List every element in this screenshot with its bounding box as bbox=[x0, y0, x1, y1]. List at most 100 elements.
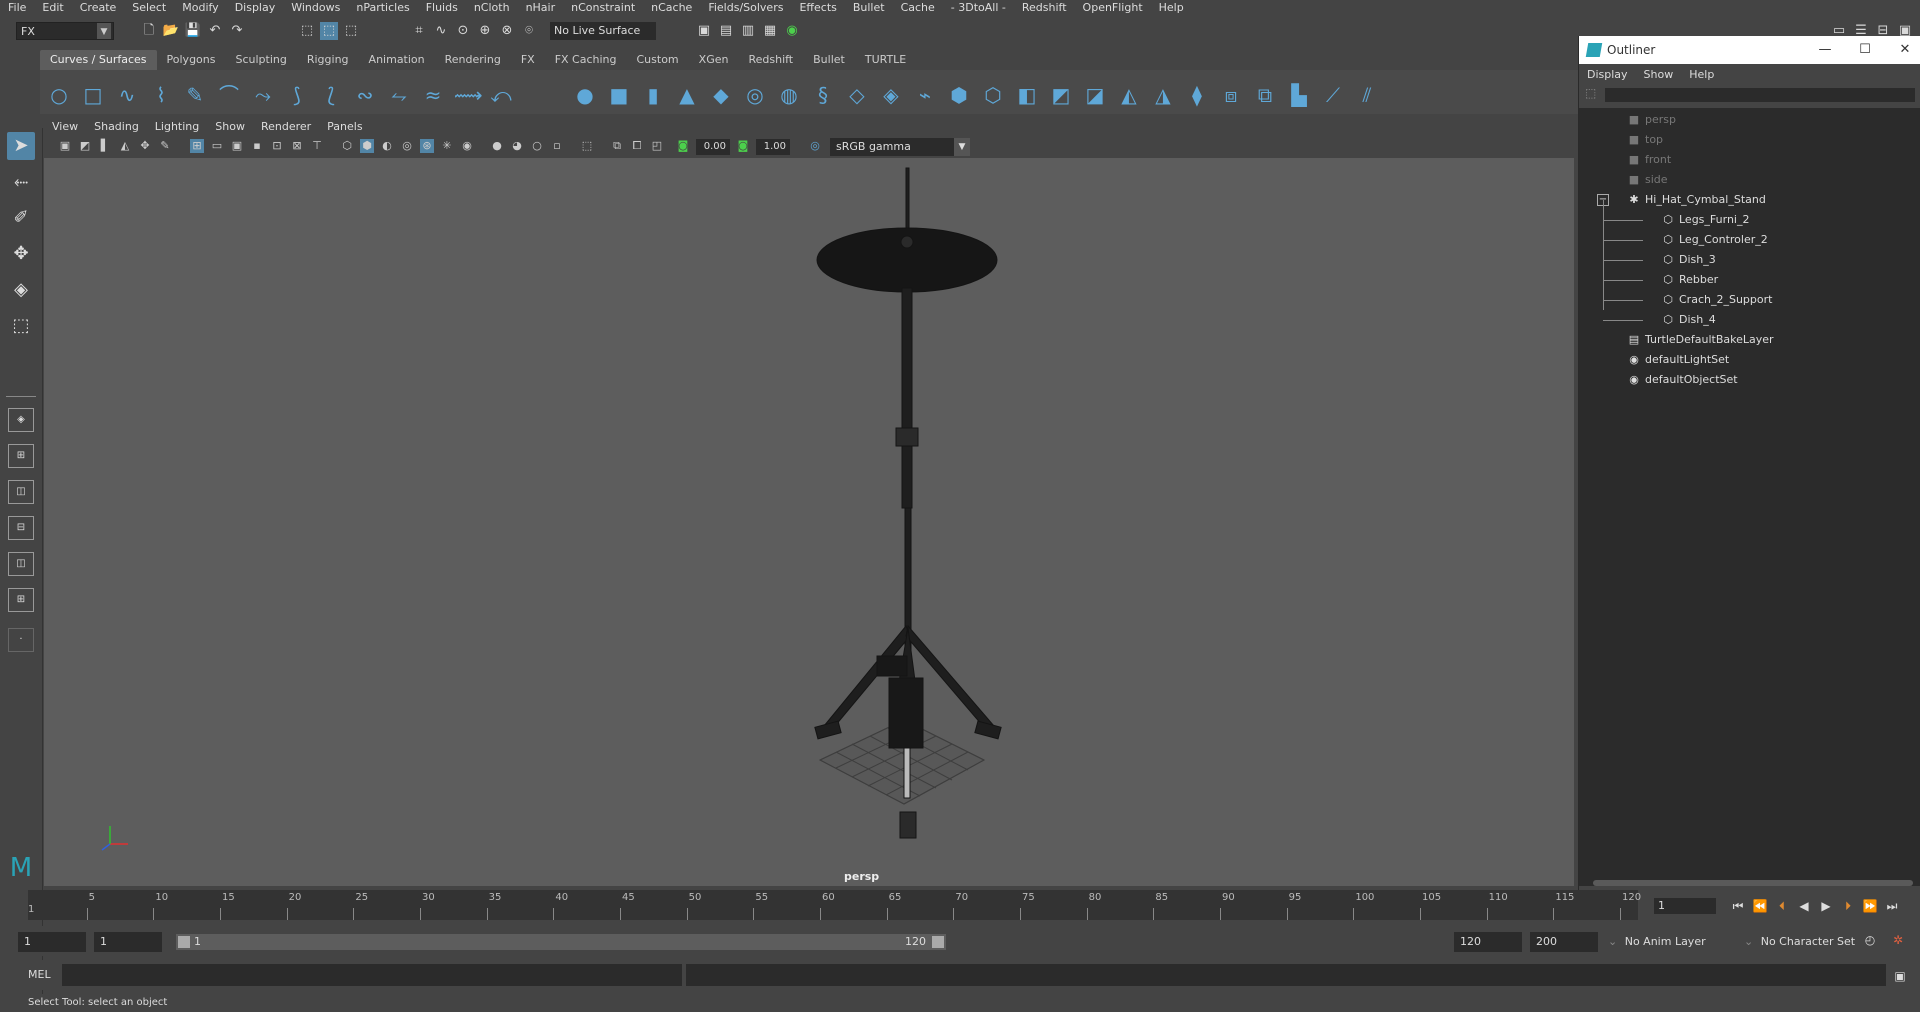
shelf-tab[interactable]: Sculpting bbox=[225, 50, 296, 70]
color-management-icon[interactable]: ◎ bbox=[808, 139, 822, 153]
menu-item[interactable]: Windows bbox=[283, 0, 348, 16]
multisample-aa-icon[interactable]: ◕ bbox=[510, 139, 524, 153]
sculpt-surface-icon[interactable]: ▙ bbox=[1286, 82, 1312, 108]
bookmark-icon[interactable]: ▌ bbox=[98, 139, 112, 153]
outliner-menu-item[interactable]: Show bbox=[1636, 66, 1682, 84]
snap-curve-icon[interactable]: ∿ bbox=[432, 22, 450, 40]
textured-icon[interactable]: ◎ bbox=[400, 139, 414, 153]
shelf-tab[interactable]: FX Caching bbox=[545, 50, 627, 70]
select-tool-icon[interactable]: ➤ bbox=[7, 132, 35, 160]
nurbs-plane-icon[interactable]: ◆ bbox=[708, 82, 734, 108]
select-hierarchy-icon[interactable]: ⬚ bbox=[298, 22, 316, 40]
outliner-item[interactable]: ■ top bbox=[1627, 130, 1663, 150]
wireframe-icon[interactable]: ⬡ bbox=[340, 139, 354, 153]
depth-of-field-icon[interactable]: ○ bbox=[530, 139, 544, 153]
screen-space-ao-icon[interactable]: ◉ bbox=[460, 139, 474, 153]
outliner-item[interactable]: ⬡ Legs_Furni_2 bbox=[1603, 210, 1749, 230]
script-editor-icon[interactable]: ▣ bbox=[1892, 968, 1908, 984]
lasso-tool-icon[interactable]: ⬸ bbox=[7, 168, 35, 196]
xray-icon[interactable]: ⬚ bbox=[580, 139, 594, 153]
menu-item[interactable]: nParticles bbox=[348, 0, 417, 16]
insert-knot-icon[interactable]: ∾ bbox=[352, 82, 378, 108]
outliner-item[interactable]: ■ persp bbox=[1627, 110, 1676, 130]
menu-item[interactable]: OpenFlight bbox=[1075, 0, 1151, 16]
shelf-tab[interactable]: Redshift bbox=[738, 50, 803, 70]
outliner-item[interactable]: ⬡ Leg_Controler_2 bbox=[1603, 230, 1768, 250]
panel-menu-item[interactable]: Panels bbox=[319, 117, 370, 136]
panel-menu-item[interactable]: Shading bbox=[86, 117, 147, 136]
minimize-icon[interactable]: — bbox=[1815, 41, 1835, 59]
isolate-select-icon[interactable]: ▫ bbox=[550, 139, 564, 153]
undo-icon[interactable]: ↶ bbox=[206, 22, 224, 40]
close-icon[interactable]: ✕ bbox=[1895, 41, 1915, 59]
nurbs-cylinder-icon[interactable]: ▮ bbox=[640, 82, 666, 108]
panel-menu-item[interactable]: Renderer bbox=[253, 117, 319, 136]
outliner-search-input[interactable] bbox=[1605, 88, 1915, 102]
2d-pan-zoom-icon[interactable]: ✥ bbox=[138, 139, 152, 153]
snap-projected-icon[interactable]: ⊕ bbox=[476, 22, 494, 40]
grid-icon[interactable]: ⊞ bbox=[190, 139, 204, 153]
range-start-handle[interactable] bbox=[178, 936, 190, 948]
go-to-start-icon[interactable]: ⏮ bbox=[1730, 898, 1746, 914]
outliner-item[interactable]: ⬡ Rebber bbox=[1603, 270, 1718, 290]
command-input[interactable] bbox=[62, 964, 682, 986]
menu-item[interactable]: Redshift bbox=[1014, 0, 1075, 16]
menu-item[interactable]: Fluids bbox=[418, 0, 466, 16]
snap-point-icon[interactable]: ⊙ bbox=[454, 22, 472, 40]
film-gate-icon[interactable]: ▭ bbox=[210, 139, 224, 153]
field-chart-icon[interactable]: ⊡ bbox=[270, 139, 284, 153]
shelf-tab[interactable]: Animation bbox=[359, 50, 435, 70]
exposure-icon[interactable]: ◙ bbox=[676, 139, 690, 153]
untrim-icon[interactable]: ◪ bbox=[1082, 82, 1108, 108]
step-back-key-icon[interactable]: ⏪ bbox=[1752, 898, 1768, 914]
panel-menu-item[interactable]: Lighting bbox=[147, 117, 207, 136]
rotate-tool-icon[interactable]: ◈ bbox=[7, 276, 35, 304]
outliner-menu-item[interactable]: Help bbox=[1681, 66, 1722, 84]
paint-select-icon[interactable]: ✐ bbox=[7, 204, 35, 232]
menu-item[interactable]: Edit bbox=[34, 0, 71, 16]
outliner-item[interactable]: ⬡ Dish_4 bbox=[1603, 310, 1716, 330]
smooth-shade-icon[interactable]: ⬢ bbox=[360, 139, 374, 153]
view-transform-dropdown[interactable]: sRGB gamma ▼ bbox=[830, 138, 970, 156]
perspective-viewport[interactable]: persp bbox=[44, 158, 1574, 886]
loft-icon[interactable]: § bbox=[810, 82, 836, 108]
gate-mask-icon[interactable]: ▪ bbox=[250, 139, 264, 153]
backface-culling-icon[interactable]: ◰ bbox=[650, 139, 664, 153]
snap-view-icon[interactable]: ⊗ bbox=[498, 22, 516, 40]
playback-start-field[interactable]: 1 bbox=[94, 932, 162, 952]
outliner-item[interactable]: −✱Hi_Hat_Cymbal_Stand bbox=[1597, 190, 1766, 210]
xray-components-icon[interactable]: ⧠ bbox=[630, 139, 644, 153]
start-time-field[interactable]: 1 bbox=[18, 932, 86, 952]
resolution-gate-icon[interactable]: ▣ bbox=[230, 139, 244, 153]
safe-action-icon[interactable]: ⊠ bbox=[290, 139, 304, 153]
live-surface-field[interactable]: No Live Surface bbox=[550, 22, 656, 40]
arc-icon[interactable]: ⌒ bbox=[216, 82, 242, 108]
lock-camera-icon[interactable]: ◩ bbox=[78, 139, 92, 153]
bevel-plus-icon[interactable]: ⬢ bbox=[946, 82, 972, 108]
birail-icon[interactable]: ⌁ bbox=[912, 82, 938, 108]
shelf-tab[interactable]: Rigging bbox=[297, 50, 359, 70]
shelf-tab[interactable]: XGen bbox=[689, 50, 739, 70]
time-ruler[interactable]: 1 5 10 15 20 25 30 35 40 45 50 55 60 65 70 75 80 85 90 95 10… bbox=[28, 890, 1641, 920]
rebuild-surface-icon[interactable]: ⟋ bbox=[1320, 82, 1346, 108]
square-surface-icon[interactable]: ◧ bbox=[1014, 82, 1040, 108]
menu-item[interactable]: Create bbox=[72, 0, 125, 16]
detach-curves-icon[interactable]: ⟅ bbox=[318, 82, 344, 108]
redo-icon[interactable]: ↷ bbox=[228, 22, 246, 40]
outliner-item[interactable]: ◉ defaultLightSet bbox=[1627, 350, 1729, 370]
select-object-icon[interactable]: ⬚ bbox=[320, 22, 338, 40]
extend-curve-icon[interactable]: ⥊ bbox=[386, 82, 412, 108]
image-plane-icon[interactable]: ◭ bbox=[118, 139, 132, 153]
play-backwards-icon[interactable]: ◀ bbox=[1796, 898, 1812, 914]
menu-item[interactable]: Select bbox=[124, 0, 174, 16]
detach-surfaces-icon[interactable]: ⧈ bbox=[1218, 82, 1244, 108]
step-forward-key-icon[interactable]: ⏩ bbox=[1862, 898, 1878, 914]
nurbs-square-icon[interactable]: □ bbox=[80, 82, 106, 108]
shelf-tab[interactable]: TURTLE bbox=[855, 50, 916, 70]
menu-item[interactable]: Bullet bbox=[845, 0, 893, 16]
outliner-item[interactable]: ■ side bbox=[1627, 170, 1668, 190]
menu-item[interactable]: File bbox=[0, 0, 34, 16]
move-tool-icon[interactable]: ✥ bbox=[7, 240, 35, 268]
snap-grid-icon[interactable]: ⌗ bbox=[410, 22, 428, 40]
revolve-icon[interactable]: ◍ bbox=[776, 82, 802, 108]
